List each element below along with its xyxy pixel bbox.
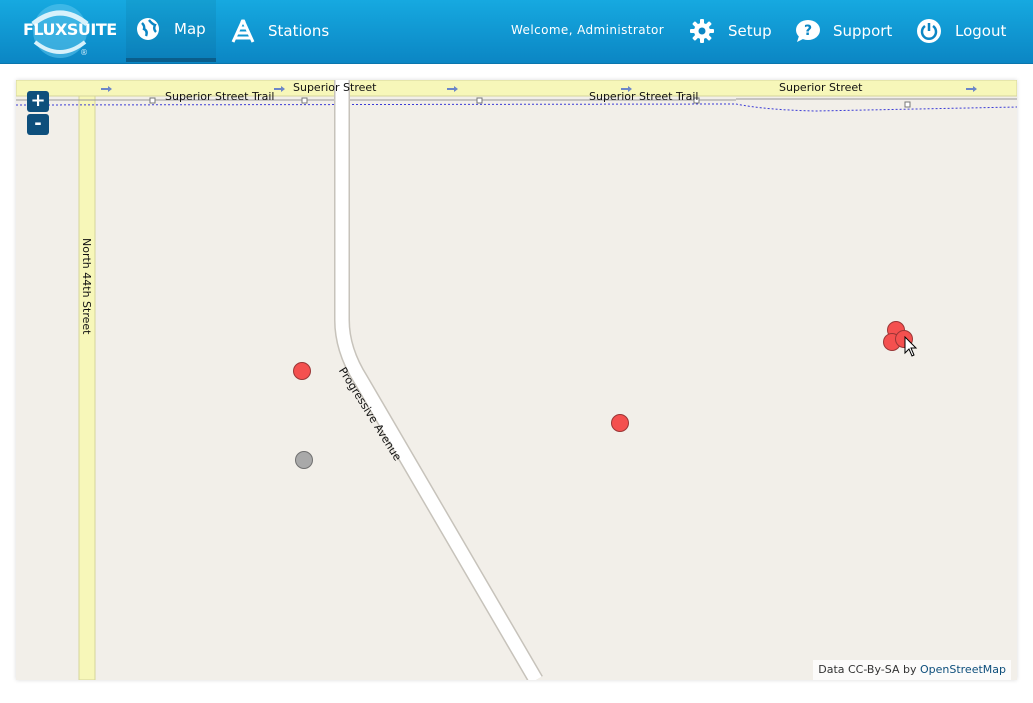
logo-text: FLUXSUITE bbox=[23, 20, 117, 39]
station-marker[interactable] bbox=[295, 451, 313, 469]
station-map[interactable]: Superior Street Superior Street Superior… bbox=[16, 80, 1017, 680]
question-bubble-icon: ? bbox=[795, 19, 820, 43]
station-marker[interactable] bbox=[293, 362, 311, 380]
nav-map[interactable]: Map bbox=[126, 0, 216, 62]
street-label-superior-street: Superior Street bbox=[779, 81, 863, 94]
nav-stations[interactable]: Stations bbox=[230, 0, 329, 62]
zoom-out-button[interactable]: - bbox=[27, 114, 49, 135]
street-label-superior-street-trail: Superior Street Trail bbox=[165, 90, 275, 103]
nav-support[interactable]: ? Support bbox=[795, 0, 892, 62]
nav-support-label: Support bbox=[833, 22, 893, 40]
street-label-superior-street: Superior Street bbox=[293, 81, 377, 94]
openstreetmap-link[interactable]: OpenStreetMap bbox=[920, 663, 1006, 676]
nav-logout[interactable]: Logout bbox=[917, 0, 1006, 62]
fluxsuite-logo[interactable]: FLUXSUITE ® bbox=[18, 2, 117, 60]
station-marker[interactable] bbox=[611, 414, 629, 432]
gear-icon bbox=[690, 19, 714, 43]
logo-registered-mark: ® bbox=[80, 48, 88, 57]
map-attribution: Data CC-By-SA by OpenStreetMap bbox=[813, 660, 1011, 680]
tower-icon bbox=[230, 19, 255, 43]
mouse-cursor-icon bbox=[904, 336, 918, 357]
attribution-text: Data CC-By-SA by bbox=[818, 663, 917, 676]
nav-map-label: Map bbox=[174, 20, 206, 38]
nav-stations-label: Stations bbox=[268, 22, 330, 40]
zoom-control: + - bbox=[27, 91, 49, 137]
nav-logout-label: Logout bbox=[955, 22, 1007, 40]
street-label-north-44th-street: North 44th Street bbox=[80, 238, 93, 335]
zoom-in-button[interactable]: + bbox=[27, 91, 49, 112]
welcome-text: Welcome, Administrator bbox=[511, 23, 665, 37]
nav-setup-label: Setup bbox=[728, 22, 772, 40]
nav-setup[interactable]: Setup bbox=[690, 0, 772, 62]
power-icon bbox=[917, 19, 941, 43]
street-label-superior-street-trail: Superior Street Trail bbox=[589, 90, 699, 103]
map-base-tiles bbox=[16, 80, 1017, 680]
globe-icon bbox=[136, 17, 160, 41]
top-navigation-bar: FLUXSUITE ® Map Stations Welcome, Admini… bbox=[0, 0, 1033, 64]
svg-text:?: ? bbox=[804, 23, 812, 39]
